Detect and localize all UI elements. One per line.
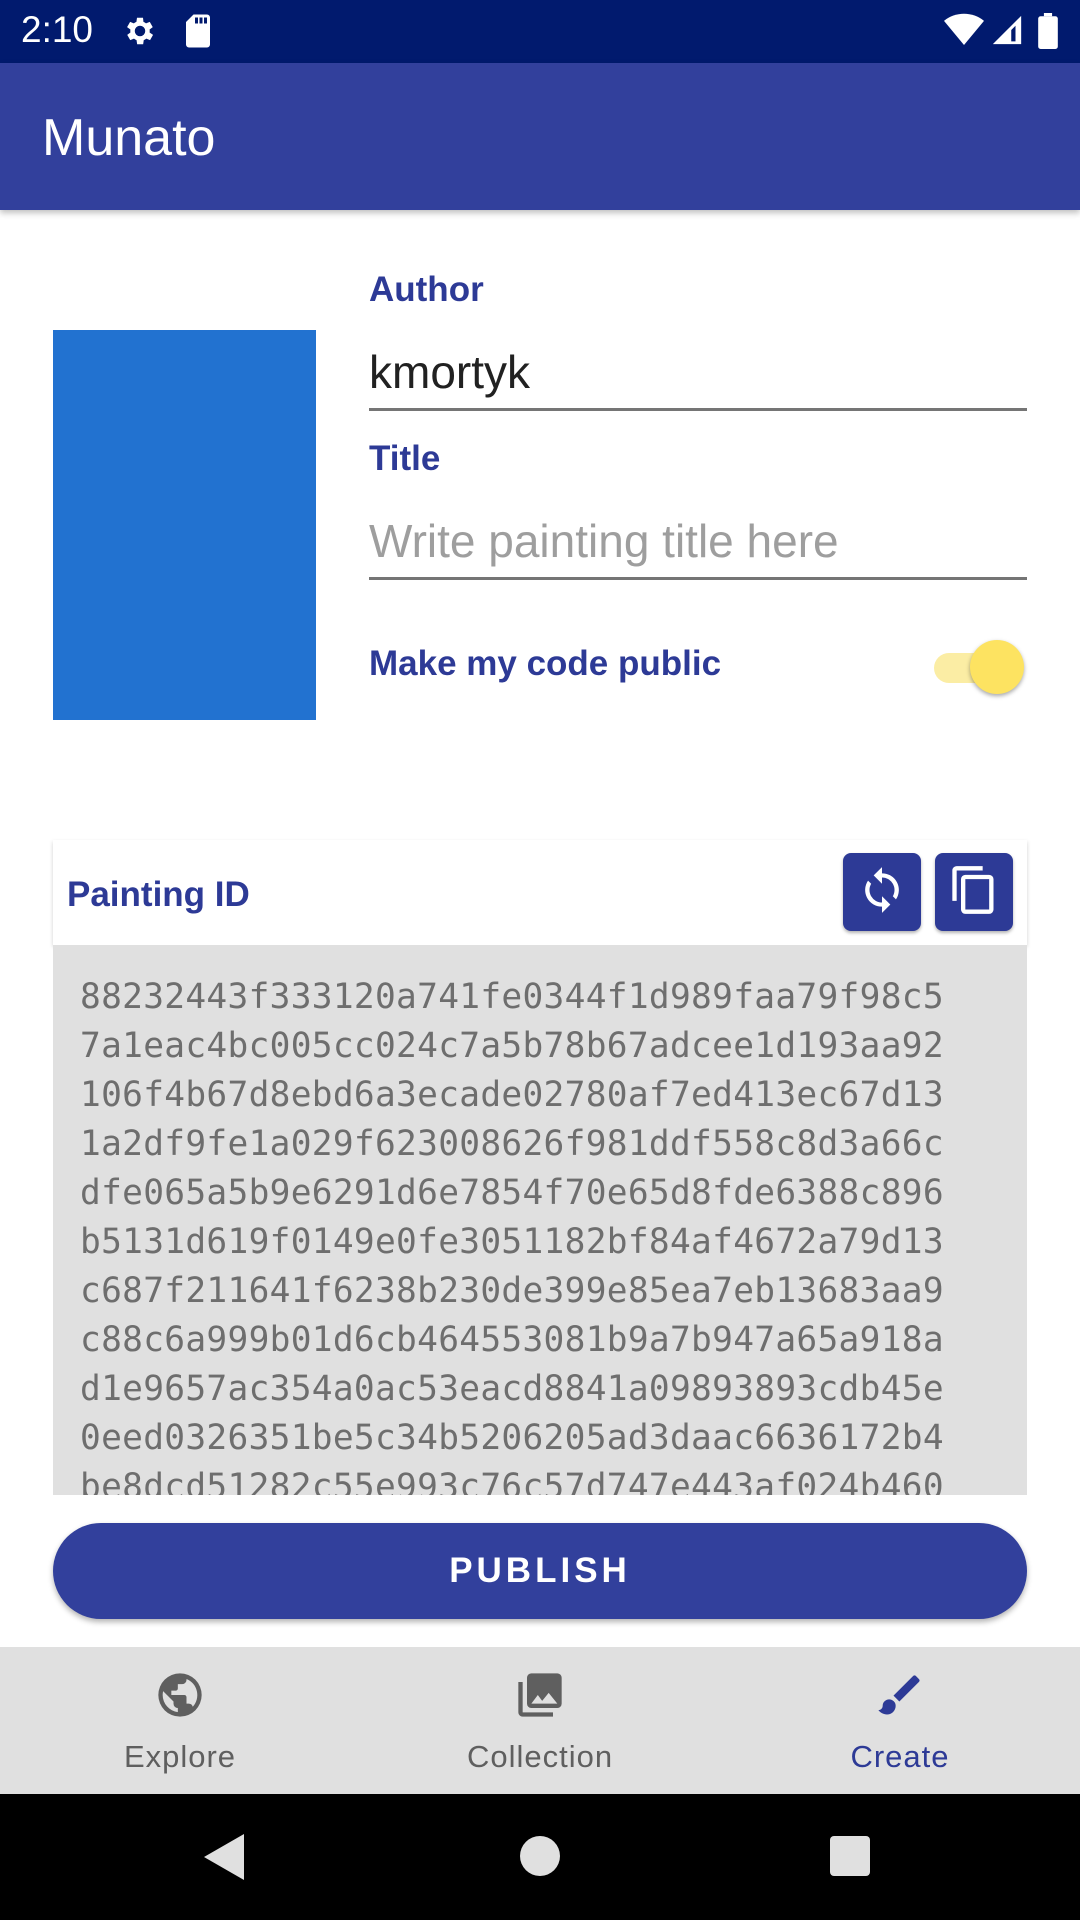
nav-item-explore[interactable]: Explore <box>0 1647 360 1794</box>
back-icon[interactable] <box>204 1834 244 1885</box>
painting-id-line: be8dcd51282c55e993c76c57d747e443af024b46… <box>80 1467 944 1495</box>
painting-id-line: 1a2df9fe1a029f623008626f981ddf558c8d3a66… <box>80 1124 944 1164</box>
nav-label-create: Create <box>850 1739 950 1774</box>
copy-button[interactable] <box>935 853 1013 931</box>
toggle-thumb <box>970 640 1024 694</box>
painting-id-header: Painting ID <box>53 840 1027 945</box>
author-field[interactable]: kmortyk <box>369 331 1027 411</box>
gear-icon <box>122 13 158 54</box>
title-label: Title <box>369 439 441 478</box>
painting-id-line: 88232443f333120a741fe0344f1d989faa79f98c… <box>80 977 944 1017</box>
globe-icon <box>154 1669 206 1721</box>
nav-item-create[interactable]: Create <box>720 1647 1080 1794</box>
battery-icon <box>1038 13 1058 54</box>
bottom-navigation: Explore Collection Create <box>0 1647 1080 1794</box>
public-code-label: Make my code public <box>369 644 722 683</box>
sd-card-icon <box>183 13 213 54</box>
painting-id-line: dfe065a5b9e6291d6e7854f70e65d8fde6388c89… <box>80 1173 944 1213</box>
painting-id-line: c687f211641f6238b230de399e85ea7eb13683aa… <box>80 1271 944 1311</box>
nav-label-collection: Collection <box>466 1739 614 1774</box>
status-time: 2:10 <box>21 9 94 50</box>
home-icon[interactable] <box>520 1836 560 1881</box>
app-title: Munato <box>42 109 216 167</box>
publish-label: PUBLISH <box>449 1551 631 1590</box>
author-label: Author <box>369 270 484 309</box>
brush-icon <box>874 1669 926 1721</box>
app-screen: 2:10 Munato Author kmortyk Title Write p… <box>0 0 1080 1920</box>
status-bar: 2:10 <box>0 0 1080 63</box>
recents-icon[interactable] <box>830 1836 870 1881</box>
signal-icon <box>990 13 1024 52</box>
gallery-icon <box>514 1669 566 1721</box>
nav-label-explore: Explore <box>123 1739 237 1774</box>
app-bar: Munato <box>0 63 1080 210</box>
title-placeholder: Write painting title here <box>369 515 839 567</box>
painting-id-line: 0eed0326351be5c34b5206205ad3daac6636172b… <box>80 1418 944 1458</box>
painting-id-code[interactable]: 88232443f333120a741fe0344f1d989faa79f98c… <box>53 945 1027 1495</box>
painting-id-line: c88c6a999b01d6cb464553081b9a7b947a65a918… <box>80 1320 944 1360</box>
painting-preview[interactable] <box>53 330 316 720</box>
copy-icon <box>948 864 1000 921</box>
refresh-button[interactable] <box>843 853 921 931</box>
title-field[interactable]: Write painting title here <box>369 500 1027 580</box>
painting-id-line: b5131d619f0149e0fe3051182bf84af4672a79d1… <box>80 1222 944 1262</box>
painting-id-line: d1e9657ac354a0ac53eacd8841a09893893cdb45… <box>80 1369 944 1409</box>
wifi-icon <box>944 13 984 52</box>
nav-item-collection[interactable]: Collection <box>360 1647 720 1794</box>
author-value: kmortyk <box>369 346 530 398</box>
painting-id-label: Painting ID <box>67 875 250 914</box>
painting-id-line: 106f4b67d8ebd6a3ecade02780af7ed413ec67d1… <box>80 1075 944 1115</box>
system-navigation-bar <box>0 1794 1080 1920</box>
refresh-icon <box>857 865 907 920</box>
publish-button[interactable]: PUBLISH <box>53 1523 1027 1619</box>
painting-id-line: 7a1eac4bc005cc024c7a5b78b67adcee1d193aa9… <box>80 1026 944 1066</box>
public-code-toggle[interactable] <box>934 638 1024 694</box>
